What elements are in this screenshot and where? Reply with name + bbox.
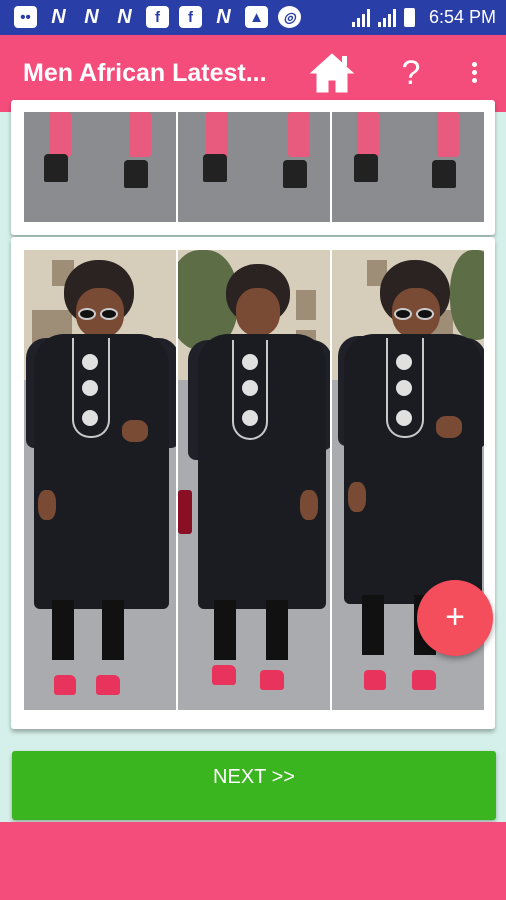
home-button[interactable]: [309, 51, 355, 95]
outfit-photo: [24, 112, 484, 222]
n-icon: N: [51, 5, 66, 28]
overflow-menu-button[interactable]: [464, 59, 484, 89]
message-icon: ••: [14, 6, 37, 28]
add-fab[interactable]: +: [417, 580, 493, 656]
photo-panel: [178, 250, 332, 710]
n-icon: N: [117, 5, 132, 28]
system-status: 6:54 PM: [351, 7, 496, 28]
clock: 6:54 PM: [428, 7, 496, 27]
facebook-icon: f: [146, 6, 169, 28]
app-title: Men African Latest...: [23, 59, 267, 87]
signal-icon: [377, 8, 398, 27]
battery-icon: [403, 8, 415, 27]
bottom-banner: [0, 822, 506, 900]
help-icon: ?: [401, 54, 421, 92]
ring-icon: ◎: [278, 6, 301, 28]
help-button[interactable]: ?: [396, 53, 426, 93]
status-bar: •• N N N f f N ▲ ◎ 6:54 PM: [0, 0, 506, 35]
n-icon: N: [84, 5, 99, 28]
photo-panel: [178, 112, 332, 222]
n-icon: N: [216, 5, 231, 28]
signal-icon: [351, 8, 372, 27]
facebook-icon: f: [179, 6, 202, 28]
notification-icons: •• N N N f f N ▲ ◎: [14, 6, 301, 28]
next-button[interactable]: NEXT >>: [12, 751, 496, 820]
image-card[interactable]: [11, 100, 495, 235]
photo-panel: [332, 112, 484, 222]
home-icon: [309, 53, 355, 93]
photo-panel: [24, 250, 178, 710]
more-vert-icon: [464, 62, 484, 83]
plus-icon: +: [445, 598, 465, 636]
photo-panel: [24, 112, 178, 222]
image-icon: ▲: [245, 6, 268, 28]
image-card[interactable]: [11, 237, 495, 729]
outfit-photo: [24, 250, 484, 710]
